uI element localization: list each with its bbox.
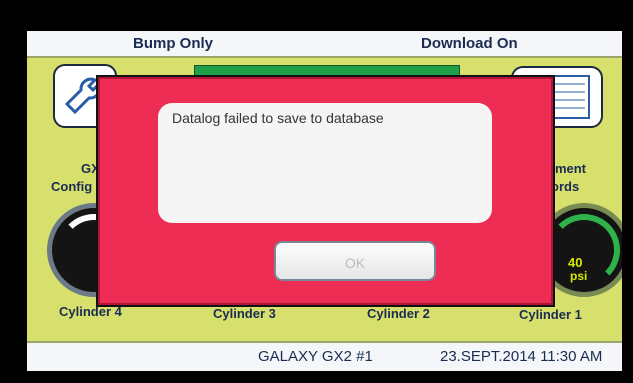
cylinder-2-label: Cylinder 2 [367,306,430,321]
status-bar-bottom: GALAXY GX2 #1 23.SEPT.2014 11:30 AM [27,341,622,371]
message-box: Datalog failed to save to database [158,103,492,223]
download-status: Download On [421,35,518,52]
ok-button[interactable]: OK [274,241,436,281]
device-name: GALAXY GX2 #1 [258,348,373,365]
cylinder-1-unit: psi [570,269,588,283]
cylinder-1-label: Cylinder 1 [519,307,582,322]
error-message: Datalog failed to save to database [172,110,384,126]
cylinder-1-value: 40 [568,255,583,270]
gx2-tile-label-2: Config [51,179,93,194]
records-label-2: ords [551,179,580,194]
cylinder-3-label: Cylinder 3 [213,306,276,321]
datetime: 23.SEPT.2014 11:30 AM [440,348,603,365]
device-screen: Bump Only Download On GX Config ument or… [27,31,622,371]
status-bar-top: Bump Only Download On [27,31,622,58]
bump-only-status: Bump Only [133,35,214,52]
error-dialog: Datalog failed to save to database OK [96,75,555,307]
